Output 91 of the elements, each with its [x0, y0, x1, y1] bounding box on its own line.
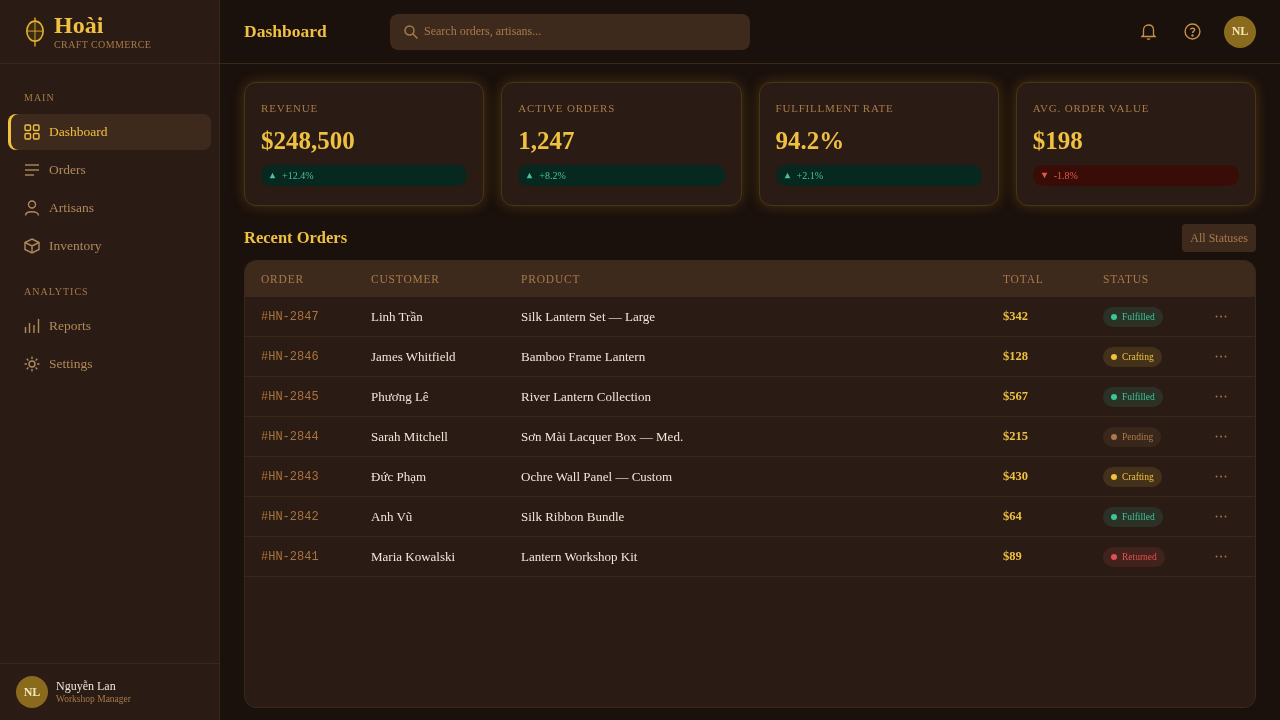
- product-name: Lantern Workshop Kit: [521, 548, 638, 565]
- bell-icon: [1139, 23, 1157, 40]
- column-header: STATUS: [1103, 273, 1150, 285]
- order-id: #HN-2842: [261, 509, 319, 524]
- stat-value: $248,500: [261, 126, 355, 156]
- profile-avatar[interactable]: NL: [1224, 15, 1256, 48]
- change-text: +12.4%: [282, 170, 314, 181]
- product-name: Silk Ribbon Bundle: [521, 508, 625, 525]
- user-name: Nguyễn Lan: [56, 679, 116, 693]
- customer-name: Sarah Mitchell: [371, 428, 448, 445]
- stat-label: FULFILLMENT RATE: [775, 101, 894, 115]
- stat-value: 1,247: [518, 126, 575, 156]
- nav-item[interactable]: Inventory: [8, 228, 211, 264]
- stat-label: ACTIVE ORDERS: [518, 101, 616, 115]
- status-text: Crafting: [1122, 351, 1154, 362]
- status-text: Fulfilled: [1122, 511, 1155, 522]
- box-icon: [24, 238, 40, 254]
- nav-item[interactable]: Artisans: [8, 190, 211, 226]
- change-text: +8.2%: [539, 170, 566, 181]
- list-icon: [24, 162, 40, 178]
- page-title: Dashboard: [244, 21, 328, 42]
- search-field[interactable]: Search orders, artisans...: [390, 13, 750, 50]
- stat-label: REVENUE: [261, 101, 318, 115]
- product-name: River Lantern Collection: [521, 388, 651, 405]
- order-total: $64: [1003, 509, 1022, 524]
- change-text: +2.1%: [796, 170, 823, 181]
- nav-section-title: MAIN: [24, 92, 55, 104]
- grid-icon: [24, 124, 40, 140]
- nav-section-title: ANALYTICS: [24, 286, 89, 298]
- product-name: Silk Lantern Set — Large: [521, 308, 656, 325]
- customer-name: Maria Kowalski: [371, 548, 456, 565]
- nav-item[interactable]: Settings: [8, 346, 211, 382]
- order-total: $342: [1003, 309, 1028, 324]
- search-icon: [404, 24, 418, 39]
- nav-item[interactable]: Reports: [8, 308, 211, 344]
- customer-name: Linh Trần: [371, 308, 423, 325]
- person-icon: [24, 200, 40, 216]
- order-id: #HN-2846: [261, 349, 319, 364]
- customer-name: James Whitfield: [371, 348, 456, 365]
- user-avatar: NL: [16, 676, 48, 708]
- order-id: #HN-2845: [261, 389, 319, 404]
- status-text: Fulfilled: [1122, 311, 1155, 322]
- status-text: Returned: [1122, 551, 1157, 562]
- triangle-up-icon: [526, 172, 534, 179]
- status-text: Fulfilled: [1122, 391, 1155, 402]
- more-icon[interactable]: [1215, 435, 1227, 438]
- column-header: CUSTOMER: [371, 273, 440, 285]
- order-total: $89: [1003, 549, 1022, 564]
- stat-value: 94.2%: [775, 126, 845, 156]
- triangle-up-icon: [269, 172, 276, 179]
- product-name: Bamboo Frame Lantern: [521, 348, 646, 365]
- order-id: #HN-2847: [261, 309, 319, 324]
- order-total: $430: [1003, 469, 1028, 484]
- column-header: TOTAL: [1003, 273, 1044, 285]
- order-id: #HN-2843: [261, 469, 319, 484]
- customer-name: Phương Lê: [371, 388, 429, 405]
- customer-name: Đức Phạm: [371, 468, 427, 485]
- more-icon[interactable]: [1215, 515, 1227, 518]
- order-id: #HN-2841: [261, 549, 319, 564]
- column-header: PRODUCT: [521, 273, 581, 285]
- brand-tagline: CRAFT COMMERCE: [54, 40, 152, 50]
- more-icon[interactable]: [1215, 315, 1227, 318]
- more-icon[interactable]: [1215, 475, 1227, 478]
- triangle-up-icon: [783, 172, 791, 179]
- customer-name: Anh Vũ: [371, 508, 413, 525]
- product-name: Sơn Mài Lacquer Box — Med.: [521, 428, 684, 445]
- lantern-icon: [25, 15, 45, 48]
- order-id: #HN-2844: [261, 429, 319, 444]
- brand-name: Hoài: [54, 13, 104, 37]
- help-icon: [1183, 23, 1201, 40]
- nav-item[interactable]: Orders: [8, 152, 211, 188]
- more-icon[interactable]: [1215, 395, 1227, 398]
- order-total: $567: [1003, 389, 1028, 404]
- order-total: $128: [1003, 349, 1028, 364]
- settings-icon: [24, 356, 40, 372]
- more-icon[interactable]: [1215, 355, 1227, 358]
- user-role: Workshop Manager: [56, 693, 131, 705]
- nav-item[interactable]: Dashboard: [8, 114, 211, 150]
- stat-label: AVG. ORDER VALUE: [1032, 101, 1150, 115]
- stat-value: $198: [1032, 126, 1083, 156]
- bar-chart-icon: [24, 318, 40, 334]
- change-text: -1.8%: [1053, 170, 1078, 181]
- column-header: ORDER: [261, 273, 304, 285]
- more-icon[interactable]: [1215, 555, 1227, 558]
- status-filter-button[interactable]: All Statuses: [1182, 224, 1256, 252]
- status-text: Crafting: [1122, 471, 1154, 482]
- section-title: Recent Orders: [244, 228, 348, 248]
- triangle-down-icon: [1040, 172, 1048, 179]
- status-text: Pending: [1122, 431, 1154, 442]
- product-name: Ochre Wall Panel — Custom: [521, 468, 673, 485]
- order-total: $215: [1003, 429, 1028, 444]
